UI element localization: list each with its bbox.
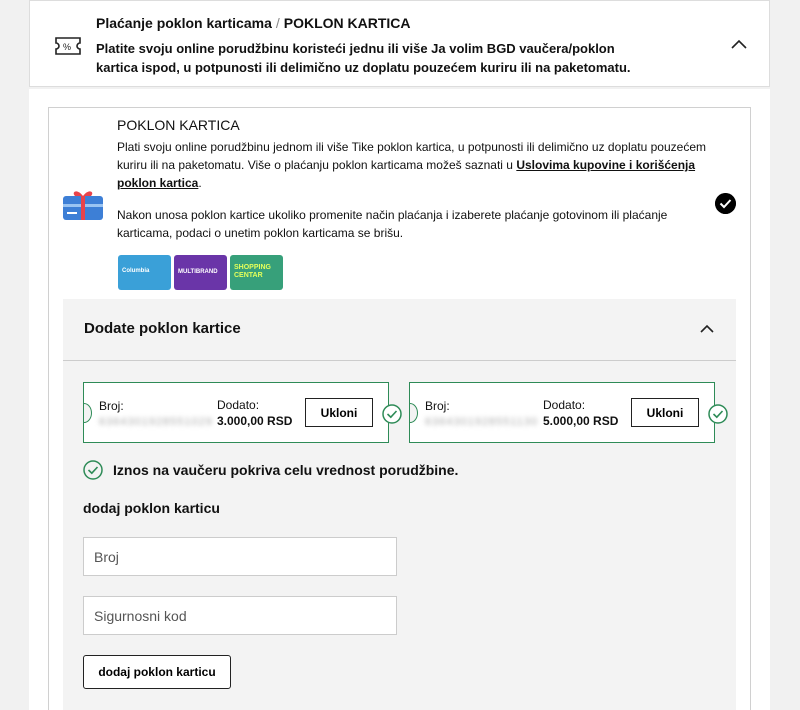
added-amount: 3.000,00 RSD [217, 414, 293, 428]
chevron-up-icon[interactable] [731, 39, 747, 49]
remove-card-button[interactable]: Ukloni [305, 398, 373, 427]
check-circle-icon [382, 404, 402, 424]
card-number-label: Broj: [425, 399, 450, 413]
columbia-card-image: Columbia [118, 255, 171, 290]
payment-method-header[interactable]: % Plaćanje poklon karticama / POKLON KARTI… [29, 0, 770, 87]
voucher-icon: % [55, 37, 81, 55]
page-title: Plaćanje poklon karticama / POKLON KARTICA [96, 15, 411, 31]
added-amount-label: Dodato: [543, 398, 586, 412]
add-card-title: dodaj poklon karticu [83, 500, 220, 516]
svg-text:%: % [63, 42, 71, 52]
card-number-input[interactable] [83, 537, 397, 576]
card-number: 6364301928551029 [99, 416, 213, 428]
check-circle-icon [83, 460, 103, 480]
card-number-label: Broj: [99, 399, 124, 413]
remove-card-button[interactable]: Ukloni [631, 398, 699, 427]
check-circle-icon [708, 404, 728, 424]
payment-option-title: POKLON KARTICA [117, 117, 240, 133]
payment-option-text: Plati svoju online porudžbinu jednom ili… [117, 140, 706, 190]
added-amount-label: Dodato: [217, 398, 260, 412]
added-cards-title: Dodate poklon kartice [84, 320, 241, 337]
multibrand-card-image: MULTIBRAND [174, 255, 227, 290]
added-cards-header[interactable]: Dodate poklon kartice [63, 299, 736, 361]
security-code-input[interactable] [83, 596, 397, 635]
card-number: 6364301928551130 [425, 416, 539, 428]
coverage-message: Iznos na vaučeru pokriva celu vrednost p… [113, 462, 459, 478]
selected-check-icon [715, 193, 736, 214]
added-amount: 5.000,00 RSD [543, 414, 619, 428]
payment-option-note: Nakon unosa poklon kartice ukoliko prome… [117, 208, 668, 240]
chevron-up-icon[interactable] [700, 324, 714, 333]
header-description: Platite svoju online porudžbinu koristeć… [96, 41, 631, 75]
applied-gift-card: Broj: 6364301928551130 Dodato: 5.000,00 … [409, 382, 728, 443]
shopping-centar-card-image: SHOPPING CENTAR [230, 255, 283, 290]
add-card-button[interactable]: dodaj poklon karticu [83, 655, 231, 689]
gift-card-icon [63, 191, 103, 220]
applied-gift-card: Broj: 6364301928551029 Dodato: 3.000,00 … [83, 382, 402, 443]
